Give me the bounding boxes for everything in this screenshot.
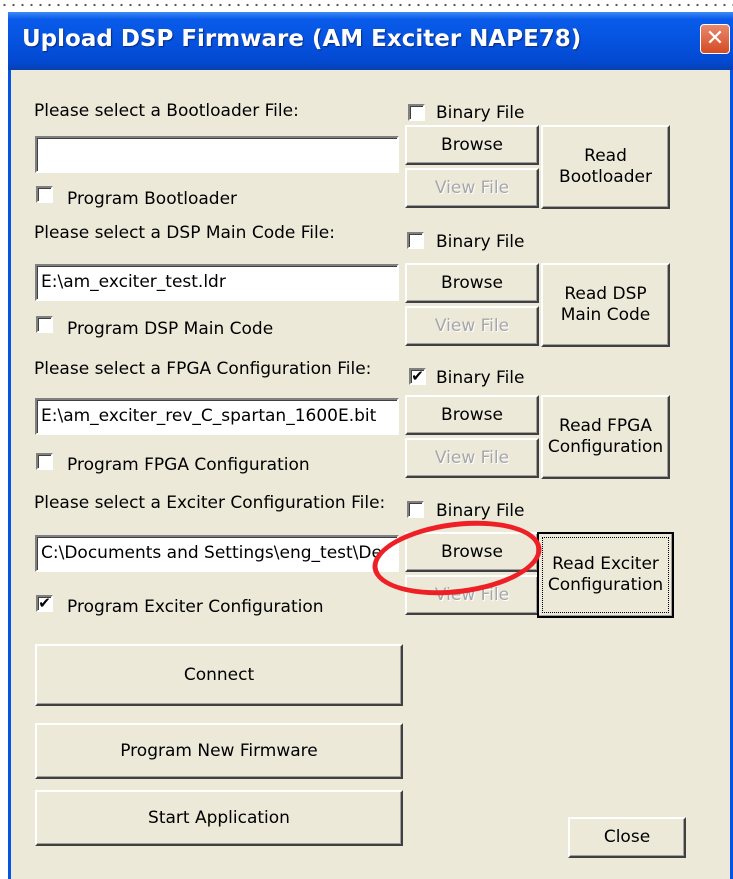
read-fpga-config-button[interactable]: Read FPGA Configuration	[541, 395, 670, 479]
program-fpga-config-label: Program FPGA Configuration	[67, 455, 310, 475]
dialog-window: Upload DSP Firmware (AM Exciter NAPE78) …	[8, 12, 733, 879]
exciter-config-binary-checkbox[interactable]	[407, 501, 424, 518]
dsp-main-code-view-file-button[interactable]: View File	[405, 306, 539, 346]
program-fpga-config-checkbox[interactable]	[36, 453, 53, 470]
fpga-config-browse-button[interactable]: Browse	[405, 395, 539, 435]
dsp-main-code-prompt-label: Please select a DSP Main Code File:	[34, 223, 335, 243]
close-button[interactable]: Close	[568, 817, 686, 858]
dsp-main-code-file-input[interactable]: E:\am_exciter_test.ldr	[35, 264, 399, 301]
read-exciter-config-label: Read Exciter Configuration	[547, 554, 664, 595]
program-bootloader-checkbox[interactable]	[36, 186, 53, 203]
fpga-config-view-file-button[interactable]: View File	[405, 438, 539, 478]
read-bootloader-button[interactable]: Read Bootloader	[541, 125, 670, 209]
background-dotted-border	[0, 0, 733, 10]
bootloader-browse-button[interactable]: Browse	[405, 125, 539, 165]
bootloader-prompt-label: Please select a Bootloader File:	[34, 101, 299, 121]
exciter-config-file-input[interactable]: C:\Documents and Settings\eng_test\De	[35, 535, 399, 572]
read-dsp-main-code-button[interactable]: Read DSP Main Code	[541, 263, 670, 347]
read-exciter-config-button[interactable]: Read Exciter Configuration	[537, 532, 674, 618]
fpga-config-binary-checkbox[interactable]: ✔	[409, 368, 426, 385]
program-bootloader-label: Program Bootloader	[67, 189, 238, 209]
program-dsp-main-code-label: Program DSP Main Code	[67, 319, 274, 339]
exciter-config-binary-label: Binary File	[436, 501, 525, 521]
bootloader-binary-label: Binary File	[436, 103, 525, 123]
dsp-main-code-browse-button[interactable]: Browse	[405, 263, 539, 303]
dsp-main-code-binary-checkbox[interactable]	[407, 232, 424, 249]
title-bar[interactable]: Upload DSP Firmware (AM Exciter NAPE78) …	[8, 12, 733, 70]
fpga-config-file-input[interactable]: E:\am_exciter_rev_C_spartan_1600E.bit	[35, 398, 399, 435]
program-new-firmware-button[interactable]: Program New Firmware	[35, 723, 403, 779]
fpga-config-binary-label: Binary File	[436, 368, 525, 388]
bootloader-file-input[interactable]	[35, 136, 399, 173]
program-exciter-config-label: Program Exciter Configuration	[67, 597, 324, 617]
program-exciter-config-checkbox[interactable]: ✔	[36, 595, 53, 612]
exciter-config-prompt-label: Please select a Exciter Configuration Fi…	[34, 493, 386, 513]
dialog-client-area: Please select a Bootloader File: Binary …	[11, 70, 730, 879]
fpga-config-prompt-label: Please select a FPGA Configuration File:	[34, 359, 372, 379]
dsp-main-code-binary-label: Binary File	[436, 232, 525, 252]
read-exciter-config-focus-rect: Read Exciter Configuration	[542, 537, 669, 613]
window-title: Upload DSP Firmware (AM Exciter NAPE78)	[22, 26, 582, 52]
program-dsp-main-code-checkbox[interactable]	[36, 316, 53, 333]
connect-button[interactable]: Connect	[35, 644, 403, 706]
start-application-button[interactable]: Start Application	[35, 790, 403, 846]
bootloader-view-file-button[interactable]: View File	[405, 168, 539, 208]
bootloader-binary-checkbox[interactable]	[408, 104, 425, 121]
window-close-icon[interactable]: ✕	[700, 24, 730, 54]
